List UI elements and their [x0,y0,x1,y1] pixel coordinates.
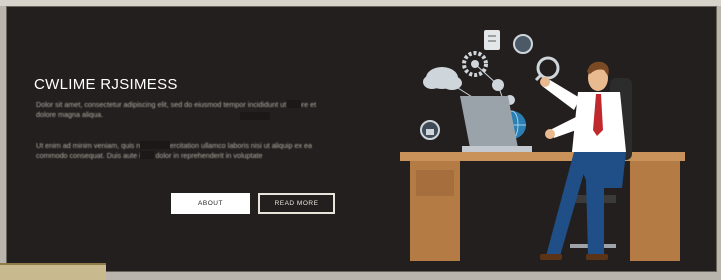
laptop [460,96,518,148]
redaction-block [240,112,270,120]
hero-paragraph-2: Ut enim ad minim veniam, quis nostrud ex… [36,141,313,160]
hero-title: CWLIME RJSIMESS [34,76,178,93]
redaction-block [287,100,301,108]
lock-icon [420,120,440,140]
wrench-icon [534,56,560,82]
document-icon [484,30,500,50]
read-more-button[interactable]: READ MORE [258,193,335,214]
about-button[interactable]: ABOUT [171,193,250,214]
desk-top [400,152,685,161]
redaction-block [140,151,154,159]
businessman-at-desk-illustration [400,30,685,261]
corner-tab [0,263,106,280]
chat-bubble-icon [513,34,533,54]
desk-leg [630,161,680,261]
redaction-block [140,141,170,149]
